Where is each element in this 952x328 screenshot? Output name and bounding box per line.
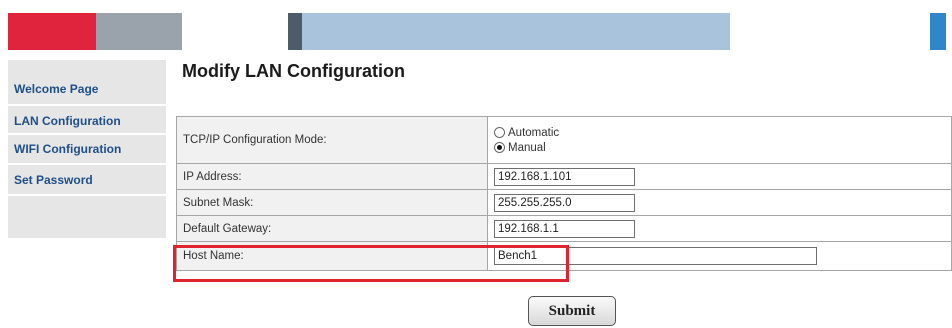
- host-name-input[interactable]: [494, 247, 817, 265]
- sidebar-divider: [8, 133, 166, 135]
- mode-label: TCP/IP Configuration Mode:: [176, 116, 488, 164]
- sidebar-divider: [8, 194, 166, 196]
- subnet-mask-input[interactable]: [494, 193, 635, 212]
- banner-red-block: [8, 13, 96, 50]
- banner-right-block: [930, 13, 946, 50]
- mode-options: Automatic Manual: [487, 116, 952, 164]
- sidebar-divider: [8, 104, 166, 106]
- table-row: TCP/IP Configuration Mode: Automatic Man…: [176, 116, 952, 164]
- lan-config-table: TCP/IP Configuration Mode: Automatic Man…: [176, 116, 952, 271]
- banner-blue-block: [302, 13, 730, 50]
- page-title: Modify LAN Configuration: [182, 61, 405, 81]
- table-row: Default Gateway:: [176, 215, 952, 242]
- subnet-mask-label: Subnet Mask:: [176, 189, 488, 216]
- radio-option-manual[interactable]: Manual: [494, 140, 945, 155]
- sidebar-item-set-password[interactable]: Set Password: [8, 173, 166, 187]
- radio-option-automatic[interactable]: Automatic: [494, 125, 945, 140]
- ip-address-input[interactable]: [494, 167, 635, 186]
- default-gateway-label: Default Gateway:: [176, 215, 488, 242]
- submit-button[interactable]: Submit: [528, 296, 616, 326]
- table-row: IP Address:: [176, 163, 952, 190]
- top-banner: [0, 0, 952, 50]
- banner-dark-block: [288, 13, 302, 50]
- ip-address-label: IP Address:: [176, 163, 488, 190]
- sidebar-item-welcome-page[interactable]: Welcome Page: [8, 82, 166, 96]
- radio-manual[interactable]: [494, 142, 505, 153]
- radio-manual-label: Manual: [508, 141, 546, 154]
- radio-automatic-label: Automatic: [508, 126, 560, 139]
- default-gateway-input[interactable]: [494, 219, 635, 238]
- banner-gray-block: [96, 13, 182, 50]
- sidebar: Welcome Page LAN Configuration WIFI Conf…: [8, 60, 166, 238]
- sidebar-item-wifi-configuration[interactable]: WIFI Configuration: [8, 142, 166, 156]
- host-name-label: Host Name:: [176, 241, 488, 271]
- radio-automatic[interactable]: [494, 127, 505, 138]
- table-row: Host Name:: [176, 241, 952, 271]
- sidebar-divider: [8, 163, 166, 165]
- table-row: Subnet Mask:: [176, 189, 952, 216]
- sidebar-item-lan-configuration[interactable]: LAN Configuration: [8, 114, 166, 128]
